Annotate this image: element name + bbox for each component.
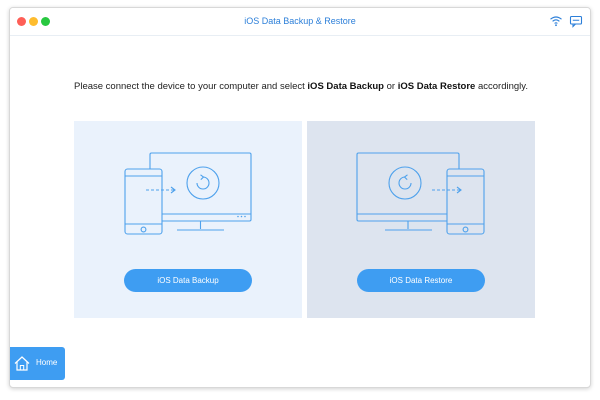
home-button[interactable]: Home <box>10 347 65 380</box>
title-bar: iOS Data Backup & Restore <box>10 8 590 36</box>
instruction-middle: or <box>383 81 398 92</box>
wifi-icon[interactable] <box>549 14 563 28</box>
ios-data-restore-button[interactable]: iOS Data Restore <box>357 269 485 292</box>
restore-panel[interactable]: iOS Data Restore <box>307 121 535 318</box>
instruction-option-backup: iOS Data Backup <box>307 81 384 92</box>
app-window: iOS Data Backup & Restore Please connect… <box>9 7 591 388</box>
instruction-prefix: Please connect the device to your comput… <box>74 81 308 92</box>
house-icon <box>14 356 30 371</box>
home-label: Home <box>36 358 58 367</box>
window-title: iOS Data Backup & Restore <box>244 16 356 26</box>
ios-data-backup-button[interactable]: iOS Data Backup <box>124 269 252 292</box>
instruction-option-restore: iOS Data Restore <box>397 81 476 92</box>
backup-panel[interactable]: iOS Data Backup <box>74 121 302 318</box>
instruction-text: Please connect the device to your comput… <box>74 81 528 92</box>
message-icon[interactable] <box>569 14 583 28</box>
instruction-suffix: accordingly. <box>475 81 528 92</box>
